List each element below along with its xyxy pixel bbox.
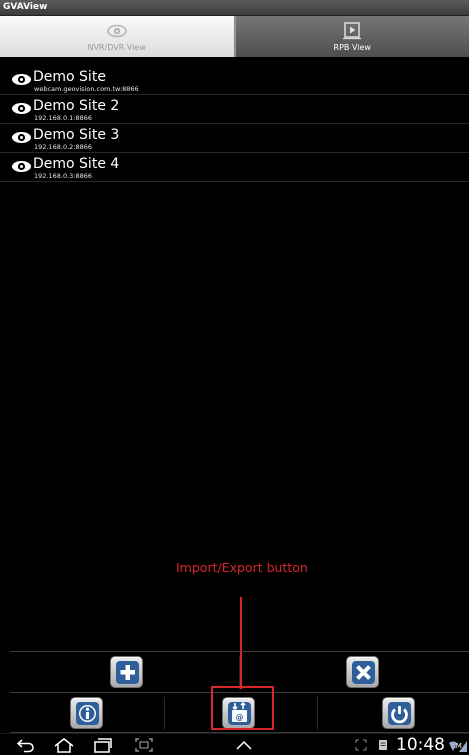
site-address: webcam.geovision.com.tw:8866 <box>34 85 139 93</box>
back-icon[interactable] <box>16 737 36 753</box>
site-name: Demo Site 4 <box>33 156 120 172</box>
recent-apps-icon[interactable] <box>93 737 113 753</box>
site-address: 192.168.0.1:8866 <box>34 114 93 122</box>
delete-icon <box>352 661 375 684</box>
site-list-item[interactable]: Demo Site 2 192.168.0.1:8866 <box>0 95 469 124</box>
status-clock: 10:48 <box>396 735 445 755</box>
site-list-item[interactable]: Demo Site 4 192.168.0.3:8866 <box>0 153 469 182</box>
info-button[interactable] <box>70 697 103 729</box>
info-icon <box>76 702 99 725</box>
tab-rpb-view[interactable]: RPB View <box>234 16 469 57</box>
document-notification-icon <box>379 740 387 750</box>
signal-icon <box>459 741 467 752</box>
playback-icon <box>343 22 362 40</box>
power-icon <box>388 702 411 725</box>
tab-label: NVR/DVR View <box>87 43 146 52</box>
view-tabs: NVR/DVR View RPB View <box>0 16 469 57</box>
annotation-label: Import/Export button <box>176 560 308 575</box>
tab-label: RPB View <box>333 43 371 52</box>
site-list: Demo Site webcam.geovision.com.tw:8866 D… <box>0 66 469 182</box>
eye-icon <box>12 74 31 85</box>
site-list-item[interactable]: Demo Site webcam.geovision.com.tw:8866 <box>0 66 469 95</box>
toolbar-divider <box>164 697 165 730</box>
app-title-bar: GVAView <box>0 0 469 16</box>
system-nav-bar: 10:48 AM <box>0 733 469 755</box>
eye-icon <box>106 24 127 38</box>
delete-site-button[interactable] <box>346 656 379 688</box>
chevron-up-icon[interactable] <box>234 737 254 753</box>
site-name: Demo Site 3 <box>33 127 120 143</box>
site-address: 192.168.0.3:8866 <box>34 172 93 180</box>
site-name: Demo Site 2 <box>33 98 120 114</box>
screenshot-icon[interactable] <box>134 737 154 753</box>
eye-icon <box>12 132 31 143</box>
home-icon[interactable] <box>53 737 75 753</box>
power-button[interactable] <box>382 697 415 729</box>
site-name: Demo Site <box>33 69 106 85</box>
wifi-icon <box>449 741 457 751</box>
toolbar-divider <box>317 697 318 730</box>
eye-icon <box>12 161 31 172</box>
add-icon <box>116 661 139 684</box>
site-list-item[interactable]: Demo Site 3 192.168.0.2:8866 <box>0 124 469 153</box>
site-address: 192.168.0.2:8866 <box>34 143 93 151</box>
app-title: GVAView <box>3 2 48 12</box>
add-site-button[interactable] <box>110 656 143 688</box>
toolbar-divider <box>239 656 240 689</box>
fullscreen-icon <box>355 739 367 751</box>
tab-nvr-dvr-view[interactable]: NVR/DVR View <box>0 16 235 57</box>
annotation-highlight-box <box>211 686 274 730</box>
eye-icon <box>12 103 31 114</box>
